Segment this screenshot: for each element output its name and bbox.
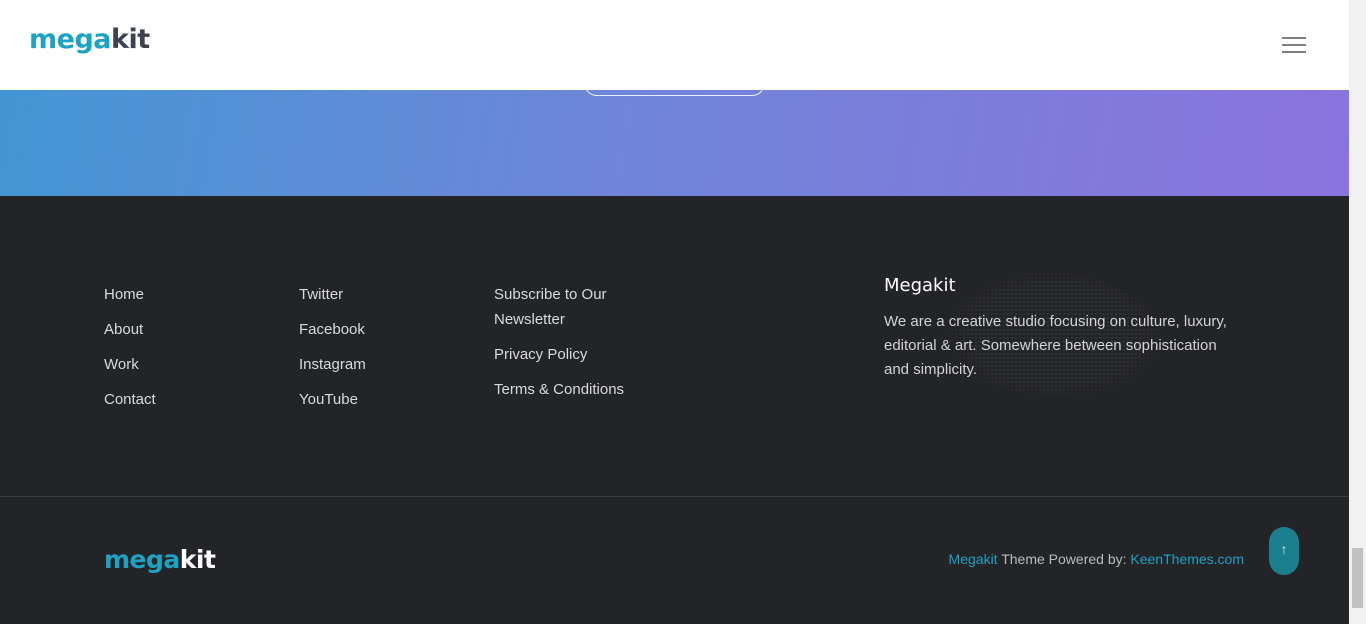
footer-nav-column-social: Twitter Facebook Instagram YouTube	[299, 282, 366, 422]
credit-keenthemes-link[interactable]: KeenThemes.com	[1130, 551, 1244, 567]
footer-link-newsletter[interactable]: Subscribe to Our Newsletter	[494, 282, 644, 332]
header-logo[interactable]: megakit	[29, 24, 150, 56]
footer-link-facebook[interactable]: Facebook	[299, 317, 366, 342]
footer-logo-mega-text: mega	[104, 545, 180, 574]
hamburger-menu-icon[interactable]	[1281, 36, 1307, 54]
credit-text: Theme Powered by:	[997, 551, 1131, 567]
footer-logo[interactable]: megakit	[104, 545, 216, 575]
page-scrollbar[interactable]	[1349, 0, 1366, 624]
footer-credits: Megakit Theme Powered by: KeenThemes.com	[949, 549, 1244, 569]
footer-nav-column-legal: Subscribe to Our Newsletter Privacy Poli…	[494, 282, 644, 412]
footer-link-youtube[interactable]: YouTube	[299, 387, 366, 412]
scrollbar-thumb[interactable]	[1352, 548, 1363, 608]
footer-logo-kit-text: kit	[179, 545, 216, 574]
footer-bottom: megakit Megakit Theme Powered by: KeenTh…	[0, 497, 1349, 624]
arrow-up-icon: ↑	[1280, 541, 1288, 557]
gradient-banner	[0, 70, 1349, 196]
logo-kit-text: kit	[111, 24, 150, 55]
site-header: megakit	[0, 0, 1349, 90]
footer-link-twitter[interactable]: Twitter	[299, 282, 366, 307]
footer-link-contact[interactable]: Contact	[104, 387, 156, 412]
footer-link-terms[interactable]: Terms & Conditions	[494, 377, 644, 402]
footer-link-privacy[interactable]: Privacy Policy	[494, 342, 644, 367]
logo-mega-text: mega	[29, 24, 112, 55]
credit-brand-link[interactable]: Megakit	[949, 551, 998, 567]
footer-link-home[interactable]: Home	[104, 282, 156, 307]
back-to-top-button[interactable]: ↑	[1269, 527, 1299, 575]
footer-link-instagram[interactable]: Instagram	[299, 352, 366, 377]
footer-nav-column-pages: Home About Work Contact	[104, 282, 156, 422]
footer-link-about[interactable]: About	[104, 317, 156, 342]
footer-link-work[interactable]: Work	[104, 352, 156, 377]
